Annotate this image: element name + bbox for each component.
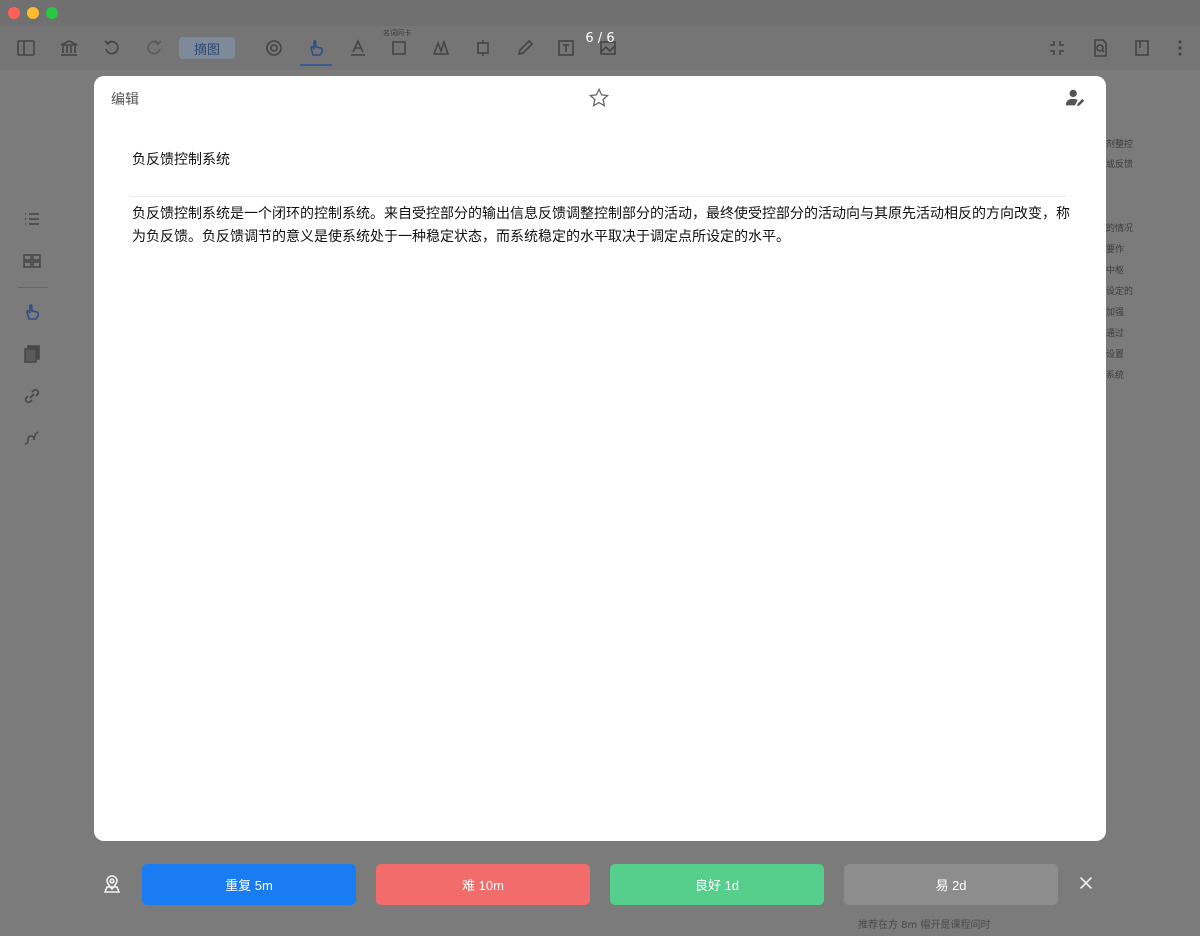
bg-bottom-text: 推荐在方 8m 帽开是课程间时 bbox=[858, 920, 991, 931]
redo-icon[interactable] bbox=[142, 36, 166, 60]
card-front-text: 负反馈控制系统 bbox=[132, 152, 230, 168]
bg-text-fragment: 的情况 bbox=[1106, 224, 1134, 234]
review-card: 编辑 负反馈控制系统 负反馈控制系统是一个闭环的控制系统。来自受控部分的输出信息… bbox=[94, 76, 1106, 841]
edit-button[interactable]: 编辑 bbox=[111, 89, 139, 109]
card-back-text: 负反馈控制系统是一个闭环的控制系统。来自受控部分的输出信息反馈调整控制部分的活动… bbox=[132, 206, 1070, 245]
user-edit-icon[interactable] bbox=[1064, 87, 1088, 111]
library-icon[interactable] bbox=[57, 36, 81, 60]
zoom-window-button[interactable] bbox=[46, 7, 58, 19]
sidebar-pointer-icon[interactable] bbox=[22, 302, 44, 324]
pointer-hand-icon[interactable] bbox=[304, 36, 328, 60]
card-divider bbox=[130, 196, 1066, 197]
crop-icon[interactable] bbox=[471, 36, 495, 60]
answer-easy-button[interactable]: 易 2d bbox=[844, 864, 1058, 905]
pen-icon[interactable] bbox=[513, 36, 537, 60]
answer-good-button[interactable]: 良好 1d bbox=[610, 864, 824, 905]
outline-list-icon[interactable] bbox=[22, 209, 44, 231]
bg-text-fragment: 通过 bbox=[1106, 329, 1125, 339]
sidebar-toggle-icon[interactable] bbox=[14, 36, 38, 60]
close-icon[interactable] bbox=[1077, 874, 1097, 894]
bg-text-fragment: 加强 bbox=[1106, 308, 1125, 318]
lasso-icon[interactable] bbox=[429, 36, 453, 60]
star-icon[interactable] bbox=[588, 87, 612, 111]
card-counter: 6 / 6 bbox=[585, 31, 615, 46]
collapse-icon[interactable] bbox=[1045, 36, 1069, 60]
answer-again-button[interactable]: 重复 5m bbox=[142, 864, 356, 905]
link-icon[interactable] bbox=[22, 386, 44, 408]
window-titlebar bbox=[0, 0, 1200, 26]
search-document-icon[interactable] bbox=[1088, 36, 1112, 60]
text-highlight-icon[interactable] bbox=[346, 36, 370, 60]
active-tool-indicator bbox=[300, 64, 332, 66]
bg-text-fragment: 剂整控 bbox=[1106, 140, 1134, 150]
review-icon[interactable] bbox=[262, 36, 286, 60]
bg-text-fragment: 系统 bbox=[1106, 371, 1125, 381]
answer-hard-button[interactable]: 难 10m bbox=[376, 864, 590, 905]
book-icon[interactable] bbox=[1130, 36, 1154, 60]
bg-text-fragment: 中枢 bbox=[1106, 266, 1125, 276]
bg-text-fragment: 设定的 bbox=[1106, 287, 1134, 297]
bg-text-fragment: 要作 bbox=[1106, 245, 1125, 255]
copy-icon[interactable] bbox=[22, 344, 44, 366]
bg-text-fragment: 或反馈 bbox=[1106, 160, 1134, 170]
rectangle-select-icon[interactable] bbox=[387, 36, 411, 60]
path-icon[interactable] bbox=[22, 428, 44, 450]
undo-icon[interactable] bbox=[100, 36, 124, 60]
minimize-window-button[interactable] bbox=[27, 7, 39, 19]
bg-text-fragment: 设置 bbox=[1106, 350, 1125, 360]
clip-mode-button[interactable]: 摘图 bbox=[179, 37, 235, 59]
close-window-button[interactable] bbox=[8, 7, 20, 19]
location-pin-icon[interactable] bbox=[102, 874, 124, 896]
thumbnails-icon[interactable] bbox=[22, 251, 44, 273]
more-vertical-icon[interactable] bbox=[1168, 36, 1192, 60]
sidebar-divider bbox=[18, 287, 48, 288]
